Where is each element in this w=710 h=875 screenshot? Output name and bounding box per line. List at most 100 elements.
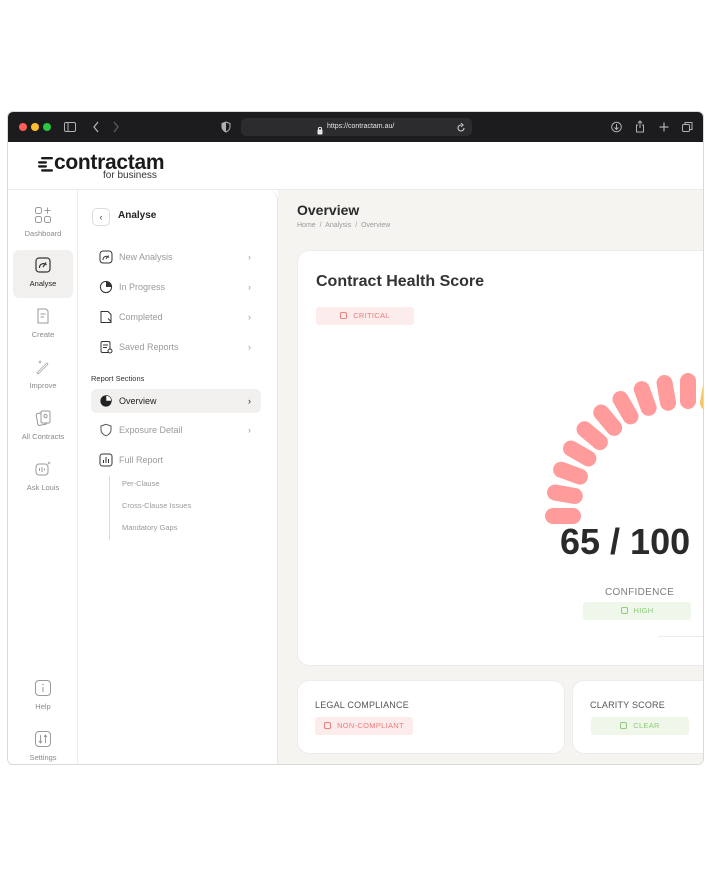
page-title: Overview [297, 202, 360, 218]
maximize-window-button[interactable] [43, 123, 51, 131]
status-text: CRITICAL [353, 311, 390, 320]
rail-item-settings[interactable]: Settings [13, 724, 73, 764]
privacy-shield-icon[interactable] [221, 118, 231, 136]
minimize-window-button[interactable] [31, 123, 39, 131]
status-icon [340, 312, 348, 319]
nav-item-completed[interactable]: Completed › [91, 305, 261, 329]
subtree-divider [109, 476, 110, 540]
magic-wand-icon [36, 360, 49, 375]
sliders-icon [35, 731, 51, 747]
primary-sidebar: Dashboard Analyse Create Improve All Con… [8, 190, 78, 764]
rail-label: Create [31, 330, 55, 339]
clarity-score-card: CLARITY SCORE CLEAR [572, 680, 703, 754]
rail-label: Help [35, 702, 51, 711]
nav-item-full-report[interactable]: Full Report [91, 448, 261, 472]
nav-label: Saved Reports [119, 342, 179, 352]
nav-item-new-analysis[interactable]: New Analysis › [91, 245, 261, 269]
contractam-logo[interactable]: contractam for business [38, 151, 178, 183]
status-text: HIGH [633, 606, 654, 615]
gauge-segment [680, 373, 696, 409]
sub-item-per-clause[interactable]: Per-Clause [122, 479, 160, 488]
nav-label: In Progress [119, 282, 166, 292]
new-tab-icon[interactable] [659, 118, 669, 136]
rail-item-analyse[interactable]: Analyse [13, 250, 73, 298]
rail-item-all-contracts[interactable]: All Contracts [13, 403, 73, 451]
browser-toolbar: https://contractam.au/ [8, 112, 703, 142]
analyse-nav-panel: ‹ Analyse New Analysis › In Progress › C… [78, 190, 278, 764]
contract-health-card: Contract Health Score CRITICAL 65 / 100 … [297, 250, 703, 666]
completed-document-icon [100, 311, 112, 323]
legal-compliance-title: LEGAL COMPLIANCE [315, 700, 409, 710]
rail-label: Improve [29, 381, 57, 390]
status-icon [620, 607, 628, 614]
nav-label: Overview [119, 396, 157, 406]
confidence-label: CONFIDENCE [605, 587, 675, 598]
sub-item-cross-clause-issues[interactable]: Cross-Clause Issues [122, 501, 191, 510]
main-content: Overview Home / Analysis / Overview Cont… [278, 190, 703, 764]
rail-item-create[interactable]: Create [13, 301, 73, 349]
critical-status-badge: CRITICAL [316, 307, 414, 325]
tab-overview-icon[interactable] [682, 118, 693, 136]
rail-label: Dashboard [24, 229, 62, 238]
bar-chart-icon [99, 453, 113, 467]
documents-icon [35, 410, 51, 426]
status-icon [324, 722, 332, 729]
close-window-button[interactable] [19, 123, 27, 131]
lock-icon [317, 122, 323, 140]
divider [658, 636, 703, 637]
status-icon [620, 722, 628, 729]
sidebar-toggle-icon[interactable] [64, 118, 76, 136]
rail-item-ask-louis[interactable]: Ask Louis [13, 454, 73, 502]
gauge-segment [656, 375, 677, 411]
gauge-segment [699, 375, 703, 411]
shield-icon [100, 423, 112, 437]
rail-item-help[interactable]: Help [13, 673, 73, 721]
breadcrumb-analysis[interactable]: Analysis [325, 222, 351, 229]
gauge-segment [547, 484, 583, 505]
report-sections-heading: Report Sections [91, 374, 145, 383]
forward-arrow-icon[interactable] [112, 118, 120, 136]
nav-item-in-progress[interactable]: In Progress › [91, 275, 261, 299]
brand-tagline: for business [103, 170, 157, 181]
share-icon[interactable] [635, 118, 645, 136]
breadcrumb-separator: / [319, 222, 322, 229]
back-arrow-icon[interactable] [92, 118, 100, 136]
download-icon[interactable] [611, 118, 622, 136]
chevron-right-icon: › [248, 342, 251, 352]
back-button[interactable]: ‹ [92, 208, 110, 226]
gauge-icon [99, 250, 113, 264]
chevron-right-icon: › [248, 425, 251, 435]
voice-sparkle-icon [35, 461, 51, 476]
address-bar[interactable]: https://contractam.au/ [241, 118, 472, 136]
rail-label: Ask Louis [26, 483, 60, 492]
nav-label: New Analysis [119, 252, 173, 262]
confidence-badge: HIGH [583, 602, 691, 620]
rail-label: All Contracts [21, 432, 65, 441]
rail-item-improve[interactable]: Improve [13, 352, 73, 400]
nav-label: Completed [119, 312, 163, 322]
info-icon [35, 680, 51, 696]
nav-title: Analyse [118, 210, 157, 221]
nav-item-overview[interactable]: Overview › [91, 389, 261, 413]
chevron-right-icon: › [248, 252, 251, 262]
legal-compliance-card: LEGAL COMPLIANCE NON-COMPLIANT [297, 680, 565, 754]
pie-chart-icon [100, 395, 112, 407]
breadcrumb-home[interactable]: Home [297, 222, 316, 229]
nav-item-saved-reports[interactable]: Saved Reports › [91, 335, 261, 359]
saved-report-icon [100, 341, 113, 354]
sub-item-mandatory-gaps[interactable]: Mandatory Gaps [122, 523, 177, 532]
reload-icon[interactable] [456, 121, 466, 139]
rail-item-dashboard[interactable]: Dashboard [13, 200, 73, 248]
nav-label: Full Report [119, 455, 164, 465]
gauge-icon [35, 257, 51, 273]
grid-plus-icon [35, 207, 51, 223]
chevron-right-icon: › [248, 282, 251, 292]
pie-progress-icon [99, 280, 113, 294]
health-card-title: Contract Health Score [316, 273, 485, 290]
chevron-right-icon: › [248, 396, 251, 406]
status-text: CLEAR [633, 721, 660, 730]
rail-label: Analyse [29, 279, 57, 288]
breadcrumb: Home / Analysis / Overview [297, 222, 392, 229]
nav-item-exposure-detail[interactable]: Exposure Detail › [91, 418, 261, 442]
non-compliant-badge: NON-COMPLIANT [315, 717, 413, 735]
